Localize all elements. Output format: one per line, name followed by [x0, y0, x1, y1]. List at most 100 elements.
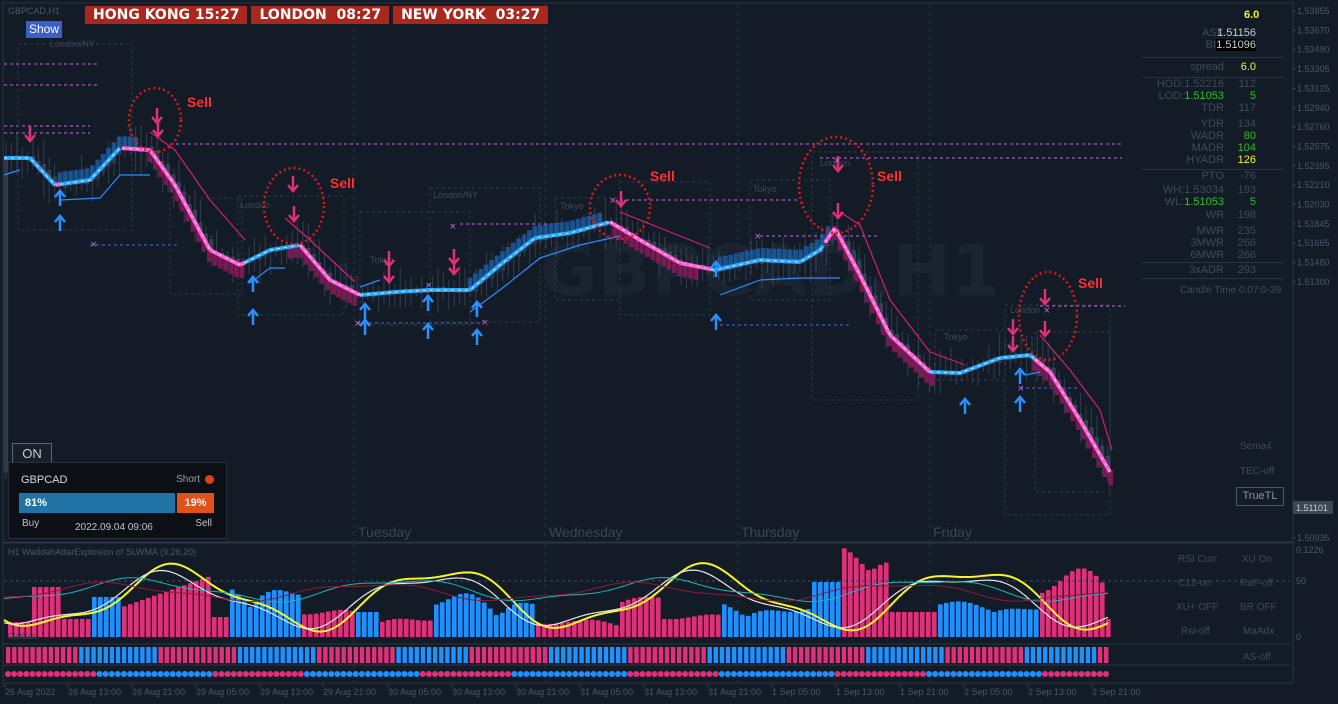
indicator-toggle-button[interactable]: BR OFF [1240, 602, 1277, 613]
stats-row: spread 6.0 [1142, 61, 1284, 73]
indicator-toggle-button[interactable]: XU+ OFF [1176, 602, 1219, 613]
signal-strip-cell [951, 647, 956, 663]
signal-strip-cell [121, 647, 127, 663]
signal-strip-cell [6, 647, 11, 663]
histogram-bar [404, 618, 409, 637]
signal-dot [846, 671, 853, 677]
signal-strip-cell [341, 647, 346, 663]
price-axis-label: 1.53855 [1297, 6, 1330, 16]
signal-dot [157, 671, 164, 677]
signal-strip-cell [609, 647, 615, 663]
histogram-bar [314, 613, 319, 637]
signal-dot [523, 671, 530, 677]
histogram-bar [98, 597, 103, 637]
histogram-bar [962, 601, 967, 637]
indicator-toggle-button[interactable]: XU On [1242, 554, 1272, 565]
signal-strip-cell [445, 647, 450, 663]
signal-dot [163, 671, 170, 677]
chart-canvas[interactable]: 1.53855 1.53670 1.53490 1.53305 1.53125 1.529… [0, 0, 1338, 704]
buy-arrow-icon [959, 397, 971, 414]
signal-strip-cell [548, 647, 554, 663]
histogram-bar [134, 602, 139, 637]
signal-dot [1078, 671, 1085, 677]
signal-dot [627, 671, 634, 677]
signal-dot [883, 671, 890, 677]
signal-strip-cell [1085, 647, 1091, 663]
signal-strip-cell [79, 647, 84, 663]
signal-strip-cell [128, 647, 133, 663]
histogram-bar [728, 607, 733, 637]
stats-row: WR 198 [1142, 209, 1284, 221]
sentiment-symbol: GBPCAD [21, 474, 68, 486]
signal-dot [871, 671, 878, 677]
stats-label: TDR [1201, 102, 1224, 114]
indicator-axis-label: 0 [1296, 632, 1301, 642]
indicator-toggle-button[interactable]: RSI Curr [1178, 554, 1218, 565]
signal-dot [249, 671, 255, 677]
day-label: Friday [933, 524, 972, 540]
signal-strip-cell [426, 647, 432, 663]
signal-strip-cell [219, 647, 224, 663]
histogram-bar [878, 564, 883, 637]
signal-dot [730, 671, 737, 677]
buy-arrow-icon [359, 302, 371, 319]
indicator-toggle-button[interactable]: AS-off [1243, 652, 1271, 663]
clock-city: HONG KONG [93, 7, 191, 23]
price-axis-label: 1.50935 [1297, 533, 1330, 543]
histogram-bar [698, 615, 703, 637]
signal-strip-cell [786, 647, 792, 663]
stats-row: YDR 134 [1142, 118, 1284, 130]
signal-strip-cell [115, 647, 121, 663]
signal-strip-cell [292, 647, 298, 663]
session-label: Tokyo [753, 184, 777, 194]
histogram-bar [1064, 575, 1069, 637]
signal-dot [218, 671, 225, 677]
histogram-bar [692, 616, 697, 637]
signal-strip-cell [134, 647, 139, 663]
signal-strip-cell [506, 647, 511, 663]
signal-dot [346, 671, 353, 677]
signal-dot [17, 671, 24, 677]
indicator-toggle-button[interactable]: RaF-off [1240, 578, 1273, 589]
signal-dot [761, 671, 768, 677]
histogram-bar [506, 607, 511, 637]
histogram-bar [92, 597, 97, 637]
sell-arrow-icon [1007, 319, 1019, 336]
stats-divider [1142, 278, 1284, 279]
histogram-bar [974, 604, 979, 637]
sentiment-direction: Short [176, 474, 200, 485]
clock-time: 15:27 [194, 7, 240, 23]
level-marker: × [425, 281, 433, 291]
histogram-bar [164, 591, 169, 637]
session-label: London [1010, 305, 1040, 315]
signal-strip-cell [311, 647, 316, 663]
signal-strip-cell [231, 647, 237, 663]
direction-dot-icon [205, 475, 214, 484]
sema4-label[interactable]: Sema4 [1240, 441, 1272, 452]
signal-strip-cell [701, 647, 706, 663]
histogram-bar [380, 621, 385, 637]
indicator-toggle-button[interactable]: C12-on [1178, 578, 1211, 589]
signal-dot [1054, 671, 1061, 677]
stats-row: WADR 80 [1142, 130, 1284, 142]
signal-dot [328, 671, 335, 677]
histogram-bar [158, 593, 163, 637]
price-axis-label: 1.52575 [1297, 141, 1330, 151]
signal-dot [828, 671, 835, 677]
histogram-bar [950, 601, 955, 637]
indicator-toggle-button[interactable]: MaAdx [1243, 626, 1274, 637]
signal-strip-cell [1036, 647, 1042, 663]
signal-strip-cell [792, 647, 798, 663]
truetl-button[interactable]: TrueTL [1236, 487, 1284, 506]
signal-dot [511, 671, 518, 677]
signal-dot [438, 671, 445, 677]
signal-strip-cell [658, 647, 664, 663]
signal-strip-cell [182, 647, 188, 663]
stats-divider [1142, 57, 1284, 58]
show-button[interactable]: Show [26, 21, 62, 38]
indicator-toggle-button[interactable]: Rsi-off [1181, 626, 1210, 637]
time-axis-label: 31 Aug 21:00 [708, 687, 761, 697]
signal-dot [456, 671, 463, 677]
stats-row: LOD:1.51053 5 [1142, 90, 1284, 102]
tec-off-label[interactable]: TEC-off [1240, 466, 1274, 477]
